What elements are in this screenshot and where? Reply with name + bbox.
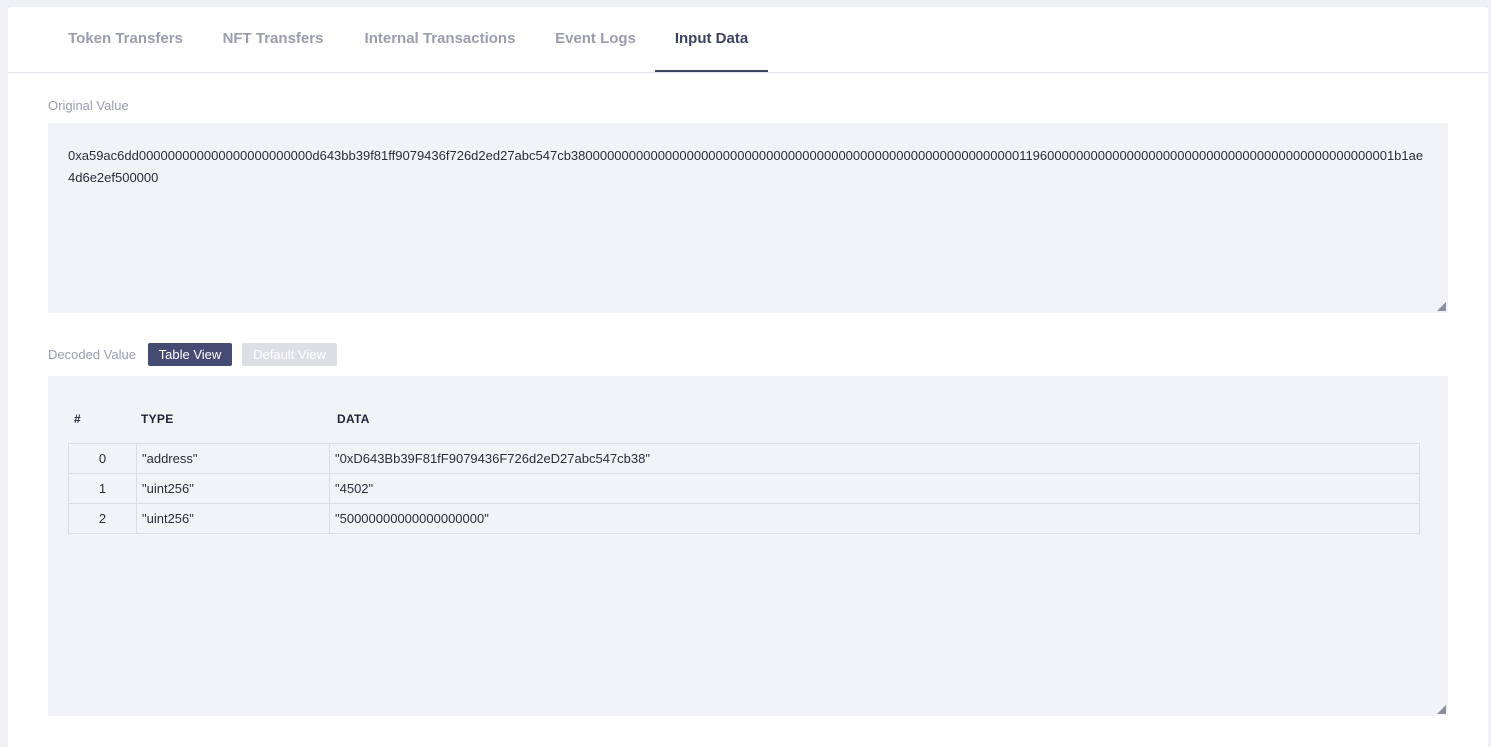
row-data: "0xD643Bb39F81fF9079436F726d2eD27abc547c… bbox=[329, 443, 1420, 474]
column-header-type: TYPE bbox=[141, 412, 174, 426]
column-header-index: # bbox=[74, 412, 81, 426]
row-type: "address" bbox=[136, 443, 330, 474]
row-data: "4502" bbox=[329, 473, 1420, 504]
row-index: 0 bbox=[68, 443, 137, 474]
row-index: 1 bbox=[68, 473, 137, 504]
table-view-button[interactable]: Table View bbox=[148, 343, 232, 366]
resize-handle-icon[interactable] bbox=[1437, 302, 1446, 311]
decoded-value-label: Decoded Value bbox=[48, 347, 136, 362]
tab-nft-transfers[interactable]: NFT Transfers bbox=[203, 7, 343, 72]
tab-internal-transactions[interactable]: Internal Transactions bbox=[343, 7, 537, 72]
column-header-data: DATA bbox=[337, 412, 370, 426]
decoded-value-box: # TYPE DATA 0 "address" "0xD643Bb39F81fF… bbox=[48, 376, 1448, 716]
row-type: "uint256" bbox=[136, 503, 330, 534]
table-row: 0 "address" "0xD643Bb39F81fF9079436F726d… bbox=[68, 443, 1420, 474]
tab-input-data[interactable]: Input Data bbox=[655, 7, 768, 72]
transaction-details-panel: Token Transfers NFT Transfers Internal T… bbox=[8, 7, 1488, 747]
default-view-button[interactable]: Default View bbox=[242, 343, 337, 366]
original-value-text: 0xa59ac6dd000000000000000000000000d643bb… bbox=[68, 148, 1424, 185]
decoded-table: 0 "address" "0xD643Bb39F81fF9079436F726d… bbox=[68, 443, 1420, 534]
tab-event-logs[interactable]: Event Logs bbox=[537, 7, 654, 72]
original-value-textarea[interactable]: 0xa59ac6dd000000000000000000000000d643bb… bbox=[48, 123, 1448, 313]
table-row: 1 "uint256" "4502" bbox=[68, 473, 1420, 504]
row-index: 2 bbox=[68, 503, 137, 534]
row-data: "50000000000000000000" bbox=[329, 503, 1420, 534]
resize-handle-icon[interactable] bbox=[1437, 705, 1446, 714]
original-value-label: Original Value bbox=[48, 98, 129, 113]
row-type: "uint256" bbox=[136, 473, 330, 504]
tab-token-transfers[interactable]: Token Transfers bbox=[48, 7, 203, 72]
table-row: 2 "uint256" "50000000000000000000" bbox=[68, 503, 1420, 534]
tab-bar: Token Transfers NFT Transfers Internal T… bbox=[8, 7, 1488, 73]
